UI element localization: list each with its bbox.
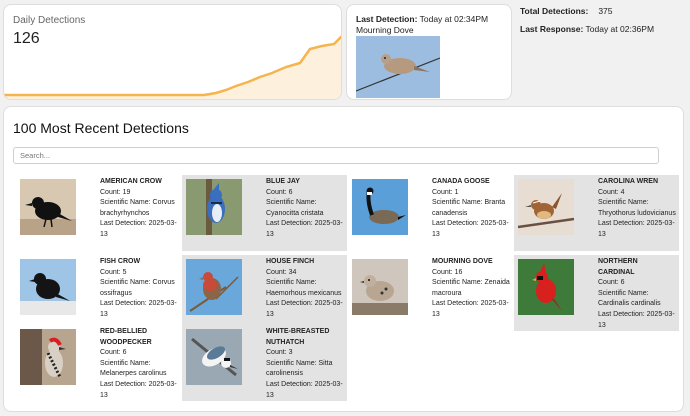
last-detection-time: Today at 02:34PM xyxy=(419,14,489,24)
species-scientific-name: Scientific Name: Sitta carolinensis xyxy=(266,359,333,378)
species-last-detection: Last Detection: 2025-03-13 xyxy=(598,220,675,238)
species-last-detection: Last Detection: 2025-03-13 xyxy=(266,300,343,318)
species-scientific-name: Scientific Name: Zenaida macroura xyxy=(432,279,510,297)
northern-cardinal-photo xyxy=(518,259,574,315)
species-name: Carolina Wren xyxy=(598,178,659,185)
species-count: Count: 6 xyxy=(266,188,293,196)
species-name: White-breasted Nuthatch xyxy=(266,328,330,346)
species-name: House Finch xyxy=(266,258,315,265)
species-name: Fish Crow xyxy=(100,258,141,265)
last-response-value: Today at 02:36PM xyxy=(585,24,655,34)
species-last-detection: Last Detection: 2025-03-13 xyxy=(432,300,509,318)
last-response-label: Last Response: xyxy=(520,24,584,34)
white-breasted-nuthatch-photo xyxy=(186,329,242,385)
species-count: Count: 1 xyxy=(432,188,459,196)
detection-tile[interactable]: House Finch Count: 34 Scientific Name: Hae… xyxy=(182,255,347,331)
species-last-detection: Last Detection: 2025-03-13 xyxy=(100,380,177,399)
species-last-detection: Last Detection: 2025-03-13 xyxy=(100,300,177,318)
fish-crow-photo xyxy=(20,259,76,315)
species-count: Count: 5 xyxy=(100,268,127,276)
species-count: Count: 6 xyxy=(598,279,625,287)
detection-tile[interactable]: Red-bellied Woodpecker Count: 6 Scientific… xyxy=(16,325,181,401)
total-detections-stat: Total Detections: 375 xyxy=(520,6,613,16)
detection-tile[interactable]: Canada Goose Count: 1 Scientific Name: Bra… xyxy=(348,175,513,251)
red-bellied-woodpecker-photo xyxy=(20,329,76,385)
species-name: American Crow xyxy=(100,178,162,185)
species-name: Blue Jay xyxy=(266,178,300,185)
mourning-dove-photo xyxy=(352,259,408,315)
american-crow-photo xyxy=(20,179,76,235)
species-last-detection: Last Detection: 2025-03-13 xyxy=(100,220,177,238)
species-name: Canada Goose xyxy=(432,178,490,185)
detection-tile[interactable]: Mourning Dove Count: 16 Scientific Name: Z… xyxy=(348,255,513,331)
species-scientific-name: Scientific Name: Cyanocitta cristata xyxy=(266,199,324,217)
recent-detections-panel: 100 Most Recent Detections American Crow… xyxy=(3,106,684,412)
last-response-stat: Last Response: Today at 02:36PM xyxy=(520,24,654,34)
detection-tile[interactable]: Blue Jay Count: 6 Scientific Name: Cyanoci… xyxy=(182,175,347,251)
species-count: Count: 6 xyxy=(100,349,127,357)
species-last-detection: Last Detection: 2025-03-13 xyxy=(598,310,675,329)
house-finch-photo xyxy=(186,259,242,315)
search-input[interactable] xyxy=(13,147,659,164)
species-count: Count: 3 xyxy=(266,349,293,357)
total-detections-label: Total Detections: xyxy=(520,6,589,16)
last-detection-photo xyxy=(356,36,440,98)
detection-tile[interactable]: White-breasted Nuthatch Count: 3 Scientifi… xyxy=(182,325,347,401)
species-last-detection: Last Detection: 2025-03-13 xyxy=(266,380,343,399)
species-scientific-name: Scientific Name: Melanerpes carolinus xyxy=(100,359,167,378)
species-name: Mourning Dove xyxy=(432,258,493,265)
species-scientific-name: Scientific Name: Thryothorus ludovicianu… xyxy=(598,199,676,217)
canada-goose-photo xyxy=(352,179,408,235)
daily-detections-card: Daily Detections 126 xyxy=(3,4,342,100)
species-last-detection: Last Detection: 2025-03-13 xyxy=(432,220,509,238)
species-scientific-name: Scientific Name: Haemorhous mexicanus xyxy=(266,279,342,297)
detection-tile[interactable]: Northern Cardinal Count: 6 Scientific Name… xyxy=(514,255,679,331)
detection-tile[interactable]: Fish Crow Count: 5 Scientific Name: Corvus… xyxy=(16,255,181,331)
detection-tile[interactable]: Carolina Wren Count: 4 Scientific Name: Th… xyxy=(514,175,679,251)
species-scientific-name: Scientific Name: Corvus brachyrhynchos xyxy=(100,199,175,217)
recent-detections-title: 100 Most Recent Detections xyxy=(13,120,189,136)
last-detection-species: Mourning Dove xyxy=(356,25,414,35)
species-scientific-name: Scientific Name: Branta canadensis xyxy=(432,199,506,217)
species-count: Count: 19 xyxy=(100,188,131,196)
daily-detections-value: 126 xyxy=(13,30,40,47)
species-count: Count: 4 xyxy=(598,188,625,196)
species-count: Count: 34 xyxy=(266,268,297,276)
last-detection-card: Last Detection: Today at 02:34PM Mournin… xyxy=(346,4,512,100)
blue-jay-photo xyxy=(186,179,242,235)
species-name: Northern Cardinal xyxy=(598,258,638,276)
species-scientific-name: Scientific Name: Cardinalis cardinalis xyxy=(598,289,661,308)
species-scientific-name: Scientific Name: Corvus ossifragus xyxy=(100,279,175,297)
carolina-wren-photo xyxy=(518,179,574,235)
detection-tile[interactable]: American Crow Count: 19 Scientific Name: C… xyxy=(16,175,181,251)
species-name: Red-bellied Woodpecker xyxy=(100,328,152,346)
species-count: Count: 16 xyxy=(432,268,463,276)
total-detections-value: 375 xyxy=(598,6,613,16)
last-detection-label: Last Detection: xyxy=(356,14,418,24)
daily-detections-label: Daily Detections xyxy=(13,15,86,26)
species-last-detection: Last Detection: 2025-03-13 xyxy=(266,220,343,238)
sparkline-area xyxy=(4,37,341,99)
